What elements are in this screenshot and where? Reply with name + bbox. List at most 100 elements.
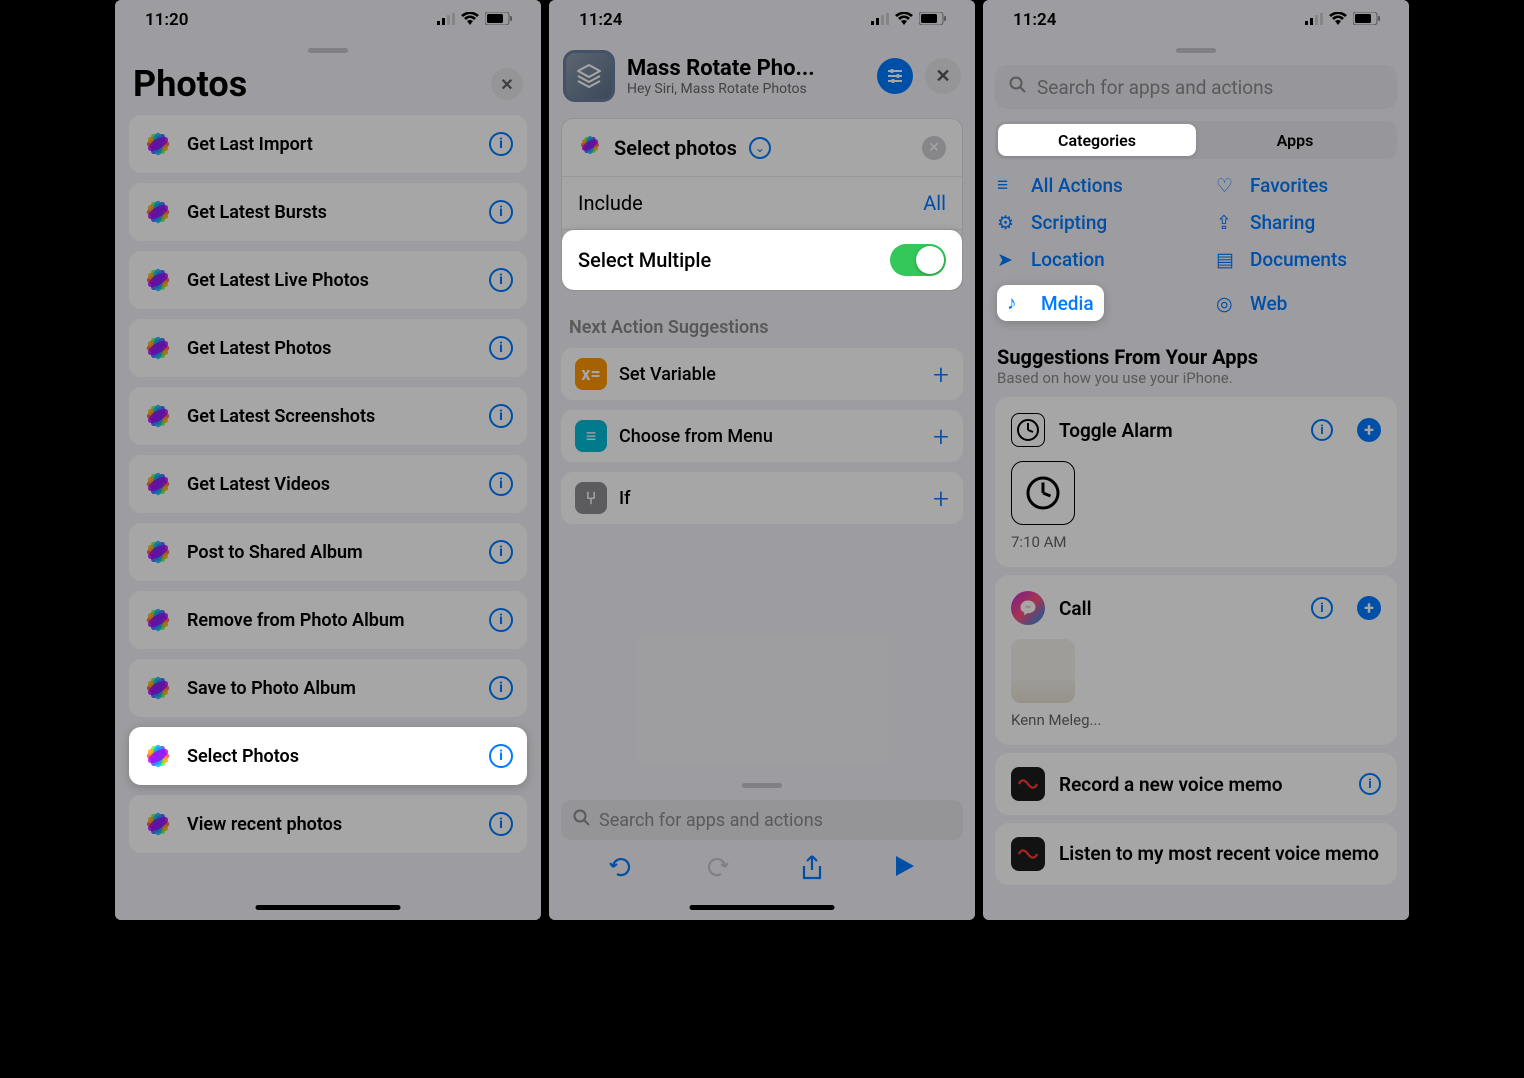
sheet-handle[interactable] xyxy=(1176,48,1216,53)
info-button[interactable]: i xyxy=(489,676,513,700)
contact-photo[interactable] xyxy=(1011,639,1075,703)
action-item[interactable]: Get Latest Bursts i xyxy=(129,183,527,241)
suggestion-record-memo[interactable]: Record a new voice memo i xyxy=(995,753,1397,815)
info-button[interactable]: i xyxy=(489,404,513,428)
add-button[interactable]: + xyxy=(1357,418,1381,442)
action-item[interactable]: Get Latest Screenshots i xyxy=(129,387,527,445)
select-multiple-toggle[interactable] xyxy=(890,244,946,276)
photos-app-icon xyxy=(143,401,173,431)
drawer-handle[interactable] xyxy=(742,783,782,788)
shortcut-title[interactable]: Mass Rotate Pho... xyxy=(627,56,865,81)
info-button[interactable]: i xyxy=(489,744,513,768)
action-label: Get Latest Videos xyxy=(187,474,330,495)
page-title: Photos xyxy=(133,63,247,105)
photos-app-icon xyxy=(143,129,173,159)
info-button[interactable]: i xyxy=(489,200,513,224)
info-button[interactable]: i xyxy=(489,812,513,836)
photos-app-icon xyxy=(143,809,173,839)
action-item[interactable]: Get Latest Live Photos i xyxy=(129,251,527,309)
photos-app-icon xyxy=(143,605,173,635)
categories-grid: ≡ All Actions ♡ Favorites ⚙ Scripting ⇪ … xyxy=(983,173,1409,321)
play-button[interactable] xyxy=(894,854,916,888)
close-button[interactable]: ✕ xyxy=(491,68,523,100)
category-documents[interactable]: ▤ Documents xyxy=(1216,248,1395,271)
suggestion-toggle-alarm[interactable]: Toggle Alarm i + 7:10 AM xyxy=(995,397,1397,567)
info-button[interactable]: i xyxy=(489,268,513,292)
layers-icon xyxy=(576,63,602,89)
add-suggestion-button[interactable]: + xyxy=(933,482,949,515)
info-button[interactable]: i xyxy=(1311,419,1333,441)
action-label: View recent photos xyxy=(187,814,342,835)
suggestion-item[interactable]: ≡ Choose from Menu + xyxy=(561,410,963,462)
add-suggestion-button[interactable]: + xyxy=(933,358,949,391)
suggestion-listen-memo[interactable]: Listen to my most recent voice memo xyxy=(995,823,1397,885)
category-sharing[interactable]: ⇪ Sharing xyxy=(1216,211,1395,234)
search-field[interactable]: Search for apps and actions xyxy=(995,65,1397,109)
category-icon: ⇪ xyxy=(1216,211,1238,234)
action-item[interactable]: Post to Shared Album i xyxy=(129,523,527,581)
toolbar xyxy=(549,854,975,888)
action-label: Get Latest Photos xyxy=(187,338,331,359)
action-item[interactable]: Get Latest Photos i xyxy=(129,319,527,377)
photos-app-icon xyxy=(143,333,173,363)
category-web[interactable]: ◎ Web xyxy=(1216,285,1395,321)
redo-button[interactable] xyxy=(704,854,730,888)
include-value[interactable]: All xyxy=(923,191,946,215)
wifi-icon xyxy=(461,11,479,29)
toggle-label: Select Multiple xyxy=(578,248,711,272)
status-bar: 11:20 xyxy=(115,0,541,40)
home-indicator[interactable] xyxy=(690,905,835,910)
action-item[interactable]: Select Photos i xyxy=(129,727,527,785)
action-item[interactable]: Get Latest Videos i xyxy=(129,455,527,513)
info-button[interactable]: i xyxy=(489,472,513,496)
undo-button[interactable] xyxy=(608,854,634,888)
tab-apps[interactable]: Apps xyxy=(1196,124,1394,156)
action-label: Save to Photo Album xyxy=(187,678,356,699)
suggestion-item[interactable]: x= Set Variable + xyxy=(561,348,963,400)
remove-action-button[interactable]: ✕ xyxy=(922,136,946,160)
action-item[interactable]: View recent photos i xyxy=(129,795,527,853)
battery-icon xyxy=(1353,11,1381,29)
shortcut-subtitle: Hey Siri, Mass Rotate Photos xyxy=(627,81,865,97)
info-button[interactable]: i xyxy=(1359,773,1381,795)
category-media[interactable]: ♪ Media xyxy=(997,285,1104,321)
wifi-icon xyxy=(1329,11,1347,29)
category-icon: ◎ xyxy=(1216,292,1238,315)
category-location[interactable]: ➤ Location xyxy=(997,248,1176,271)
include-row[interactable]: Include All xyxy=(562,177,962,230)
tab-categories[interactable]: Categories xyxy=(998,124,1196,156)
expand-icon[interactable]: ⌄ xyxy=(749,137,771,159)
category-scripting[interactable]: ⚙ Scripting xyxy=(997,211,1176,234)
sheet-handle[interactable] xyxy=(308,48,348,53)
action-title-row[interactable]: Select photos ⌄ ✕ xyxy=(562,119,962,177)
info-button[interactable]: i xyxy=(1311,597,1333,619)
category-favorites[interactable]: ♡ Favorites xyxy=(1216,173,1395,197)
settings-button[interactable] xyxy=(877,58,913,94)
home-indicator[interactable] xyxy=(256,905,401,910)
category-all-actions[interactable]: ≡ All Actions xyxy=(997,173,1176,197)
category-label: Sharing xyxy=(1250,211,1315,234)
info-button[interactable]: i xyxy=(489,132,513,156)
info-button[interactable]: i xyxy=(489,336,513,360)
search-placeholder: Search for apps and actions xyxy=(599,810,823,831)
suggestion-call[interactable]: Call i + Kenn Meleg... xyxy=(995,575,1397,745)
include-label: Include xyxy=(578,191,643,215)
shortcut-header: Mass Rotate Pho... Hey Siri, Mass Rotate… xyxy=(549,40,975,112)
clock: 11:24 xyxy=(579,10,622,30)
action-item[interactable]: Get Last Import i xyxy=(129,115,527,173)
action-item[interactable]: Save to Photo Album i xyxy=(129,659,527,717)
suggestion-item[interactable]: ⑂ If + xyxy=(561,472,963,524)
clock: 11:24 xyxy=(1013,10,1056,30)
suggestion-label: Set Variable xyxy=(619,364,716,385)
screenshot-3: 11:24 Search for apps and actions Catego… xyxy=(983,0,1409,920)
share-button[interactable] xyxy=(800,854,824,888)
shortcut-icon[interactable] xyxy=(563,50,615,102)
search-field[interactable]: Search for apps and actions xyxy=(561,800,963,840)
add-button[interactable]: + xyxy=(1357,596,1381,620)
close-button[interactable]: ✕ xyxy=(925,58,961,94)
alarm-thumbnail[interactable] xyxy=(1011,461,1075,525)
info-button[interactable]: i xyxy=(489,540,513,564)
action-item[interactable]: Remove from Photo Album i xyxy=(129,591,527,649)
add-suggestion-button[interactable]: + xyxy=(933,420,949,453)
info-button[interactable]: i xyxy=(489,608,513,632)
